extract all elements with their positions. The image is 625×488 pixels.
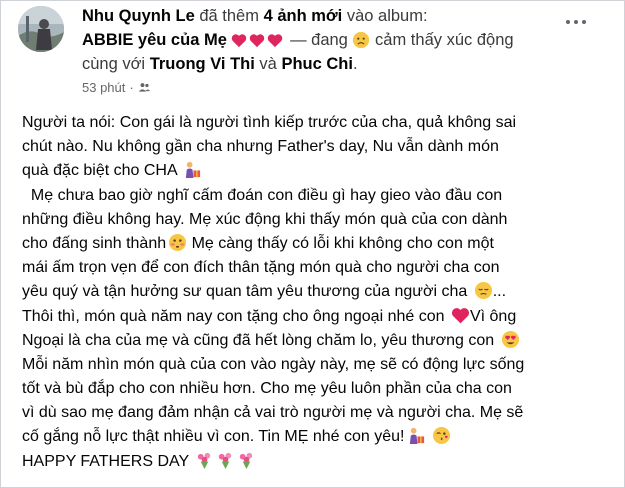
author-avatar[interactable] [18,6,64,52]
flushed-face-icon [169,233,187,251]
card-border-left [0,0,1,488]
more-options-icon[interactable] [562,14,590,30]
post-line: mái ấm trọn vẹn để con đích thân tặng mó… [22,259,500,277]
post-line: chút nào. Nu không gần cha nhưng Father'… [22,138,499,156]
tagged-friend-2[interactable]: Phuc Chi [281,55,353,73]
post-line-text: Vì ông [469,307,517,325]
pensive-face-icon [474,282,492,300]
action-prefix: đã thêm [199,7,259,25]
post-line-text: Ngoại là cha của mẹ và cũng đã hết lòng … [22,331,495,349]
post-line: quà đặc biệt cho CHA [22,159,602,183]
post-timestamp[interactable]: 53 phút [82,80,125,95]
tag-joiner: và [259,55,277,73]
post-line-text: quà đặc biệt cho CHA [22,162,177,180]
bouquet-icon [240,452,253,469]
heart-icon [250,34,265,48]
person-gift-icon [409,428,424,445]
post-header: Nhu Quynh Le đã thêm 4 ảnh mới vào album… [82,4,552,76]
tagged-friend-1[interactable]: Truong Vi Thi [150,55,255,73]
bouquet-icon [198,452,211,469]
post-meta: 53 phút · [82,80,151,95]
post-text: Người ta nói: Con gái là người tình kiếp… [22,111,602,474]
meta-separator: · [129,80,134,95]
post-line-text: cho đấng sinh thành [22,234,167,252]
bouquet-icon [219,452,232,469]
post-line-text: Mẹ càng thấy có lỗi khi không cho con mộ… [191,234,494,252]
post-line: Mỗi năm nhìn món quà của con vào ngày nà… [22,355,525,373]
post-line-text: HAPPY FATHERS DAY [22,452,189,470]
heart-icon [232,34,247,48]
post-line: Thôi thì, món quà năm nay con tặng cho ô… [22,305,602,329]
post-line-text: cố gắng nỗ lực thật nhiều vì con. Tin MẸ… [22,428,405,446]
post-line: tốt và bù đắp cho con nhiều hơn. Cho mẹ … [22,380,512,398]
dot [574,20,578,24]
post-line: Mẹ chưa bao giờ nghĩ cấm đoán con điều g… [22,186,503,204]
friends-icon [138,83,150,92]
card-border-top [0,0,625,1]
post-line-text: yêu quý và tận hưởng sư quan tâm yêu thư… [22,283,468,301]
post-line: yêu quý và tận hưởng sư quan tâm yêu thư… [22,280,602,304]
post-line: HAPPY FATHERS DAY [22,450,602,474]
post-line: cố gắng nỗ lực thật nhiều vì con. Tin MẸ… [22,425,602,449]
worried-face-icon [353,31,370,49]
post-line: vì dù sao mẹ đang đảm nhận cả vai trò ng… [22,404,524,422]
author-name[interactable]: Nhu Quynh Le [82,7,195,25]
heart-eyes-face-icon [501,330,519,348]
post-line: cho đấng sinh thành Mẹ càng thấy có lỗi … [22,232,602,256]
post-line-text: ... [492,283,507,301]
heart-icons [231,31,290,49]
profile-photo-icon [18,6,64,52]
dot [582,20,586,24]
album-name[interactable]: ABBIE yêu của Mẹ [82,31,227,49]
heart-icon [451,307,470,323]
kissing-face-icon [432,427,451,445]
post-line: những điều không hay. Mẹ xúc động khi th… [22,210,508,228]
person-gift-icon [186,162,201,179]
post-line: Người ta nói: Con gái là người tình kiếp… [22,114,517,131]
dot [566,20,570,24]
header-end: . [352,55,358,73]
action-count[interactable]: 4 ảnh mới [264,7,343,25]
post-line-text: Thôi thì, món quà năm nay con tặng cho ô… [22,307,445,325]
action-suffix: vào album: [346,7,428,25]
heart-icon [268,34,283,48]
post-line: Ngoại là cha của mẹ và cũng đã hết lòng … [22,329,602,353]
feeling-prefix: — đang [290,31,348,49]
